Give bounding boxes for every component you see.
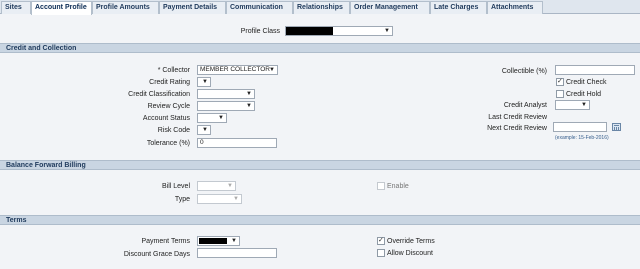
credit-check-label: Credit Check [566,79,607,86]
tolerance-input[interactable]: 0 [197,138,277,148]
next-credit-review-label: Next Credit Review [487,125,547,132]
discount-grace-days-input[interactable] [197,248,277,258]
credit-analyst-label: Credit Analyst [503,102,547,109]
redacted-value [286,27,333,35]
chevron-down-icon: ▼ [233,196,239,202]
account-status-select[interactable]: ▼ [197,113,227,123]
chevron-down-icon: ▼ [231,238,237,244]
tab-order-management[interactable]: Order Management [350,1,430,14]
bill-level-label: Bill Level [161,183,190,190]
tab-sites[interactable]: Sites [1,1,31,14]
tab-relationships[interactable]: Relationships [293,1,350,14]
credit-classification-label: Credit Classification [128,91,190,98]
allow-discount-checkbox[interactable] [377,249,385,257]
account-status-label: Account Status [142,115,190,122]
allow-discount-label: Allow Discount [387,250,433,257]
discount-grace-days-label: Discount Grace Days [123,251,190,258]
chevron-down-icon: ▼ [246,103,252,109]
credit-rating-label: Credit Rating [149,79,190,86]
chevron-down-icon: ▼ [384,28,390,34]
profile-class-label: Profile Class [240,28,280,35]
credit-classification-select[interactable]: ▼ [197,89,255,99]
tab-late-charges[interactable]: Late Charges [430,1,487,14]
collectible-input[interactable] [555,65,635,75]
chevron-down-icon: ▼ [246,91,252,97]
credit-analyst-select[interactable]: ▼ [555,100,590,110]
section-credit-and-collection: Credit and Collection [0,43,640,53]
section-terms: Terms [0,215,640,225]
calendar-icon[interactable] [612,123,621,131]
override-terms-label: Override Terms [387,238,435,245]
chevron-down-icon: ▼ [269,67,275,73]
payment-terms-select[interactable]: ▼ [197,236,240,246]
redacted-value [199,238,227,244]
last-credit-review-label: Last Credit Review [488,114,547,121]
date-format-hint: (example: 15-Feb-2016) [555,135,609,141]
payment-terms-label: Payment Terms [141,238,191,245]
collector-label: * Collector [157,67,190,74]
section-balance-forward-billing: Balance Forward Billing [0,160,640,170]
tab-payment-details[interactable]: Payment Details [159,1,226,14]
collector-select[interactable]: MEMBER COLLECTOR ▼ [197,65,278,75]
chevron-down-icon: ▼ [227,183,233,189]
override-terms-checkbox[interactable] [377,236,385,245]
type-label: Type [174,196,190,203]
chevron-down-icon: ▼ [581,102,587,108]
tolerance-label: Tolerance (%) [146,140,190,147]
review-cycle-select[interactable]: ▼ [197,101,255,111]
chevron-down-icon: ▼ [202,79,208,85]
credit-hold-label: Credit Hold [566,91,602,98]
tab-bar: Sites Account Profile Profile Amounts Pa… [0,0,640,15]
bill-level-select[interactable]: ▼ [197,181,236,191]
tab-attachments[interactable]: Attachments [487,1,543,14]
risk-code-select[interactable]: ▼ [197,125,211,135]
risk-code-label: Risk Code [157,127,190,134]
chevron-down-icon: ▼ [218,115,224,121]
tab-communication[interactable]: Communication [226,1,293,14]
type-select[interactable]: ▼ [197,194,242,204]
credit-check-checkbox[interactable] [556,77,564,86]
enable-checkbox[interactable] [377,182,385,190]
tab-profile-amounts[interactable]: Profile Amounts [92,1,159,14]
collectible-label: Collectible (%) [501,68,547,75]
tab-account-profile[interactable]: Account Profile [31,1,92,15]
review-cycle-label: Review Cycle [147,103,190,110]
next-credit-review-input[interactable] [553,122,607,132]
credit-rating-select[interactable]: ▼ [197,77,211,87]
credit-hold-checkbox[interactable] [556,90,564,98]
collector-value: MEMBER COLLECTOR [200,66,270,73]
chevron-down-icon: ▼ [202,127,208,133]
enable-label: Enable [387,183,409,190]
profile-class-select[interactable]: ▼ [285,26,393,36]
